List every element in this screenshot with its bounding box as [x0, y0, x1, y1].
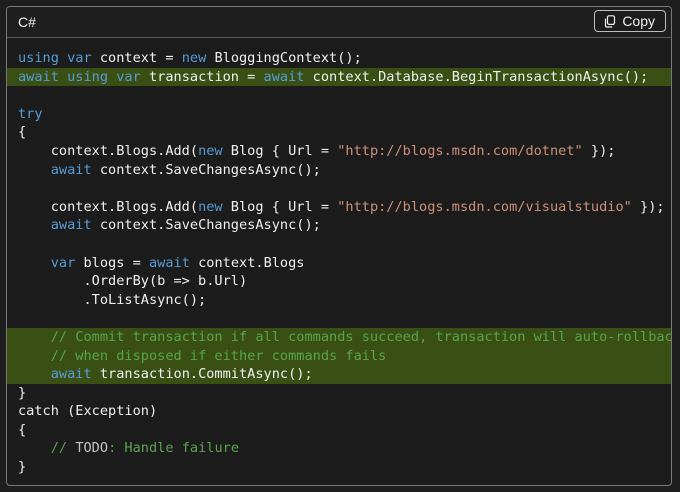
comment-token: // Commit transaction if all commands su…: [50, 328, 672, 345]
keyword-token: var: [67, 50, 92, 66]
code-token: context.SaveChangesAsync();: [91, 161, 321, 178]
code-token: .OrderBy(b => b.Url): [18, 273, 248, 290]
keyword-token: await: [148, 254, 190, 271]
keyword-token: await: [50, 366, 92, 383]
todo-token: TODO: [75, 440, 109, 457]
code-block-header: C# Copy: [7, 7, 671, 38]
code-token: Blog { Url =: [222, 142, 338, 159]
code-line: using var context = new BloggingContext(…: [7, 49, 671, 68]
code-token: transaction.CommitAsync();: [91, 366, 313, 383]
keyword-token: try: [18, 105, 43, 122]
keyword-token: await: [18, 68, 59, 85]
code-token: blogs =: [75, 254, 149, 271]
code-token: .ToListAsync();: [18, 291, 207, 308]
code-token: {: [18, 421, 27, 438]
code-token: context.Database.BeginTransactionAsync()…: [304, 68, 649, 85]
code-line: catch (Exception): [7, 402, 671, 421]
copy-icon: [604, 14, 616, 28]
code-line: {: [7, 123, 671, 142]
code-line: var blogs = await context.Blogs: [7, 254, 671, 273]
code-line-highlighted: await transaction.CommitAsync();: [7, 365, 671, 384]
code-token: transaction =: [140, 68, 264, 85]
code-line: context.Blogs.Add(new Blog { Url = "http…: [7, 142, 671, 161]
string-token: "http://blogs.msdn.com/dotnet": [337, 142, 583, 159]
code-line-highlighted: // Commit transaction if all commands su…: [7, 327, 672, 347]
code-token: Blog { Url =: [222, 198, 338, 215]
code-line: {: [7, 421, 671, 440]
code-token: context.SaveChangesAsync();: [91, 217, 321, 234]
code-line: }: [7, 384, 671, 403]
code-token: }: [18, 384, 27, 401]
code-line: try: [7, 105, 671, 124]
code-line: ​: [7, 86, 671, 105]
code-line: await context.SaveChangesAsync();: [7, 216, 671, 235]
code-line-highlighted: // when disposed if either commands fail…: [7, 346, 671, 366]
language-label: C#: [18, 14, 36, 30]
keyword-token: new: [198, 142, 223, 159]
code-line: ​: [7, 309, 671, 328]
code-content[interactable]: using var context = new BloggingContext(…: [7, 49, 671, 477]
code-line: ​: [7, 235, 671, 254]
keyword-token: await: [263, 68, 305, 85]
comment-token: // when disposed if either commands fail…: [50, 347, 387, 364]
code-token: context.Blogs.Add(: [18, 142, 199, 159]
code-token: context.Blogs: [189, 254, 305, 271]
copy-button-label: Copy: [622, 13, 655, 29]
code-line: ​: [7, 179, 671, 198]
code-token: }: [18, 459, 27, 476]
keyword-token: var: [116, 68, 141, 85]
code-line: // TODO: Handle failure: [7, 439, 671, 458]
code-line: context.Blogs.Add(new Blog { Url = "http…: [7, 198, 671, 217]
keyword-token: new: [198, 198, 223, 215]
code-block: C# Copy using var context = new Blogging…: [6, 6, 672, 486]
copy-button[interactable]: Copy: [594, 10, 666, 32]
code-token: context =: [91, 50, 182, 66]
code-line: }: [7, 458, 671, 477]
code-line: .OrderBy(b => b.Url): [7, 272, 671, 291]
code-token: context.Blogs.Add(: [18, 198, 199, 215]
string-token: "http://blogs.msdn.com/visualstudio": [337, 198, 632, 215]
code-line-highlighted: await using var transaction = await cont…: [7, 67, 671, 87]
keyword-token: new: [181, 50, 207, 66]
code-token: BloggingContext();: [206, 50, 362, 66]
code-token: catch (Exception): [18, 403, 158, 420]
code-line: await context.SaveChangesAsync();: [7, 161, 671, 180]
keyword-token: await: [50, 217, 92, 234]
code-token: {: [18, 124, 27, 141]
keyword-token: await: [50, 161, 92, 178]
code-token: });: [631, 198, 665, 215]
keyword-token: using: [67, 68, 109, 85]
code-line: .ToListAsync();: [7, 291, 671, 310]
comment-token: : Handle failure: [108, 440, 240, 457]
keyword-token: var: [50, 254, 76, 271]
code-token: });: [582, 142, 616, 159]
keyword-token: using: [18, 50, 59, 66]
comment-token: //: [50, 440, 76, 457]
